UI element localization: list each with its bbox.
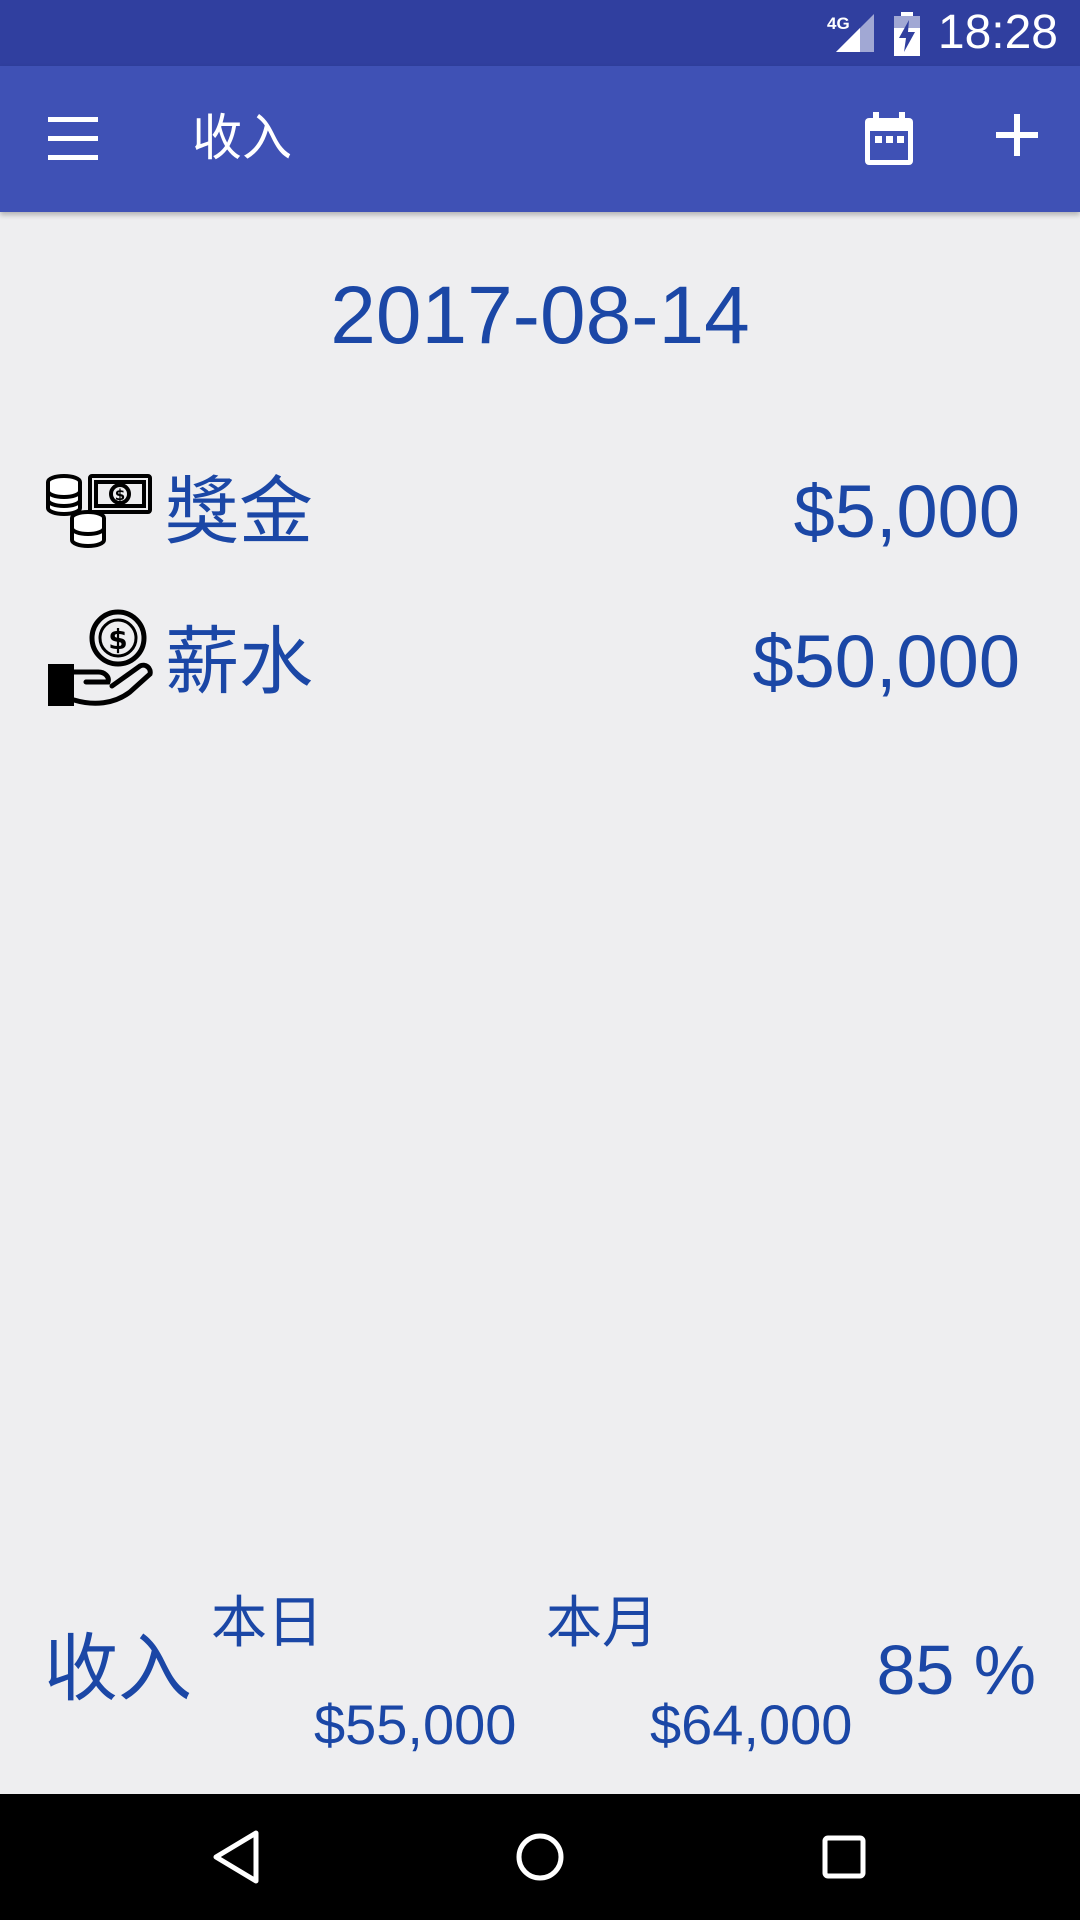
app-bar: 收入 bbox=[0, 66, 1080, 212]
page-title: 收入 bbox=[192, 110, 292, 166]
recents-icon[interactable] bbox=[814, 1827, 874, 1887]
entry-amount: $50,000 bbox=[752, 620, 1021, 703]
battery-charging-icon bbox=[894, 12, 920, 56]
system-nav-bar bbox=[0, 1794, 1080, 1920]
add-icon[interactable] bbox=[996, 114, 1038, 156]
svg-text:$: $ bbox=[115, 486, 125, 504]
income-entry-row[interactable]: $ 薪水 $50,000 bbox=[0, 606, 1080, 716]
back-icon[interactable] bbox=[206, 1827, 266, 1887]
signal-icon bbox=[836, 14, 874, 52]
month-total: $64,000 bbox=[650, 1693, 853, 1756]
day-label: 本日 bbox=[211, 1591, 323, 1654]
salary-hand-icon: $ bbox=[48, 609, 153, 706]
entry-label: 獎金 bbox=[165, 470, 313, 553]
menu-icon[interactable] bbox=[48, 117, 98, 161]
month-label: 本月 bbox=[546, 1591, 658, 1654]
summary-title: 收入 bbox=[44, 1627, 192, 1710]
home-icon[interactable] bbox=[510, 1827, 570, 1887]
day-total: $55,000 bbox=[314, 1693, 517, 1756]
income-entry-row[interactable]: $ 獎金 $5,000 bbox=[0, 456, 1080, 566]
entry-label: 薪水 bbox=[165, 620, 313, 703]
selected-date[interactable]: 2017-08-14 bbox=[0, 268, 1080, 364]
percent-value: 85 % bbox=[876, 1631, 1036, 1709]
status-time: 18:28 bbox=[937, 6, 1058, 59]
svg-text:$: $ bbox=[108, 623, 127, 656]
calendar-icon[interactable] bbox=[864, 112, 914, 166]
entry-amount: $5,000 bbox=[793, 470, 1020, 553]
status-bar: 4G 18:28 bbox=[0, 0, 1080, 66]
money-coins-icon: $ bbox=[46, 474, 152, 548]
